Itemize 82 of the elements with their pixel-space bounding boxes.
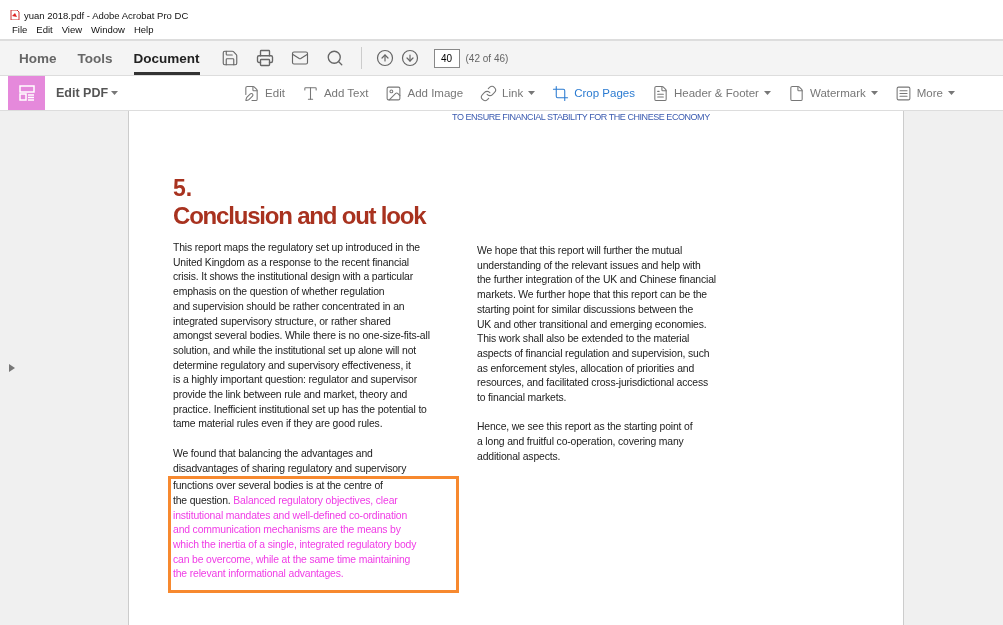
- running-header: TO ENSURE FINANCIAL STABILITY FOR THE CHINESE ECONOMY: [452, 112, 711, 122]
- mail-icon[interactable]: [290, 49, 309, 67]
- section-number: 5.: [173, 175, 194, 201]
- crop-icon: [552, 84, 570, 102]
- text-line: We found that balancing the advantages and: [173, 446, 374, 461]
- text-line: United Kingdom as a response to the recent financial: [173, 255, 410, 270]
- text-line: determine regulatory and supervisory effectiveness, it: [173, 358, 412, 373]
- menu-item[interactable]: View: [61, 24, 83, 35]
- text-line: solution, and while the institutional set up alone will not: [173, 343, 417, 358]
- text-line: crisis. It shows the institutional design with a particular: [173, 270, 415, 285]
- text-line: resources, and facilitated cross-jurisdictional access: [477, 376, 709, 391]
- text-line: which the inertia of a single, integrated regulatory body: [173, 538, 418, 553]
- text-line: Hence, we see this report as the starting point of: [477, 420, 694, 435]
- text-line: This work shall also be extended to the material: [477, 332, 691, 347]
- menu-item[interactable]: Window: [91, 24, 125, 35]
- text-line: This report maps the regulatory set up introduced in the: [173, 241, 421, 255]
- menu-item[interactable]: Help: [133, 24, 154, 35]
- text-line: We hope that this report will further the mutual: [477, 244, 684, 258]
- printer-icon[interactable]: [255, 49, 274, 67]
- text-line: integrated supervisory structure, or rather shared: [173, 314, 392, 329]
- tool-button[interactable]: Crop Pages: [552, 84, 635, 102]
- text-line: to financial markets.: [477, 391, 568, 406]
- text-line: understanding of the relevant issues and help with: [477, 258, 702, 273]
- tool-button[interactable]: Watermark: [787, 84, 878, 102]
- caret-icon: [528, 91, 536, 95]
- arrow-up-icon[interactable]: [375, 49, 394, 67]
- document-icon: [651, 84, 669, 102]
- text-line: tame material rules even if they are good rules.: [173, 417, 384, 432]
- edit-pdf-menu[interactable]: Edit PDF: [56, 86, 119, 100]
- page-count: (42 of 46): [465, 52, 509, 64]
- tool-button[interactable]: Header & Footer: [651, 84, 771, 102]
- text-line: provide the link between rule and market, theory and: [173, 388, 409, 403]
- menu-item[interactable]: File: [12, 24, 28, 35]
- tool-button[interactable]: Edit: [243, 84, 285, 102]
- text-line: a long and fruitful co-operation, covering many: [477, 435, 685, 450]
- window-title: yuan 2018.pdf - Adobe Acrobat Pro DC: [24, 9, 189, 21]
- tool-button[interactable]: Link: [480, 84, 536, 102]
- expand-arrow-icon[interactable]: [9, 364, 15, 372]
- text-line: and supervision should be rather concentrated in an: [173, 299, 406, 314]
- tab[interactable]: Home: [19, 41, 57, 75]
- page-number-field[interactable]: 40: [433, 48, 460, 68]
- tool-button[interactable]: Add Text: [301, 84, 369, 102]
- text-line: institutional mandates and well-defined co-ordination: [173, 508, 409, 523]
- text-line: functions over several bodies is at the centre of: [173, 479, 384, 494]
- text-line: markets. We further hope that this report can be the: [477, 288, 708, 303]
- edit-pdf-tile[interactable]: [8, 76, 45, 110]
- text-line: is a highly important question: regulator and supervisor: [173, 373, 418, 388]
- text-line: as enforcement styles, allocation of priorities and: [477, 361, 696, 376]
- text-line: practice. Inefficient institutional set up has the potential to: [173, 402, 428, 417]
- link-icon: [480, 84, 498, 102]
- text-line: starting point for similar discussions between the: [477, 302, 694, 317]
- arrow-down-icon[interactable]: [400, 49, 419, 67]
- text-line: UK and other transitional and emerging economies.: [477, 317, 708, 332]
- text-line: and communication mechanisms are the means by: [173, 523, 402, 538]
- save-icon[interactable]: [220, 49, 239, 67]
- tab[interactable]: Tools: [77, 41, 113, 75]
- edit-icon: [243, 84, 261, 102]
- text-line: emphasis on the question of whether regulation: [173, 285, 386, 300]
- image-icon: [385, 84, 403, 102]
- tool-button[interactable]: Add Image: [385, 84, 464, 102]
- text-line: aspects of financial regulation and supervision, such: [477, 346, 711, 361]
- page-icon: [787, 84, 805, 102]
- text-line: can be overcome, while at the same time maintaining: [173, 552, 412, 567]
- section-heading: Conclusion and out look: [173, 201, 427, 231]
- layout-icon: [17, 84, 36, 102]
- caret-icon: [111, 91, 119, 95]
- caret-icon: [763, 91, 771, 95]
- pdf-file-icon: [10, 10, 20, 20]
- search-icon[interactable]: [325, 49, 344, 67]
- text-line: the further integration of the UK and Chinese financial: [477, 273, 717, 288]
- text-line: the relevant informational advantages.: [173, 567, 345, 582]
- list-icon: [894, 84, 912, 102]
- text-line: disadvantages of sharing regulatory and supervisory: [173, 461, 408, 476]
- caret-icon: [947, 91, 955, 95]
- text-line: the question. Balanced regulatory objectives, clear: [173, 493, 399, 508]
- caret-icon: [870, 91, 878, 95]
- menu-item[interactable]: Edit: [36, 24, 53, 35]
- text-line: additional aspects.: [477, 449, 562, 464]
- tab[interactable]: Document: [133, 41, 200, 75]
- tool-button[interactable]: More: [894, 84, 955, 102]
- text-line: amongst several bodies. While there is no one-size-fits-all: [173, 329, 431, 344]
- text-icon: [301, 84, 319, 102]
